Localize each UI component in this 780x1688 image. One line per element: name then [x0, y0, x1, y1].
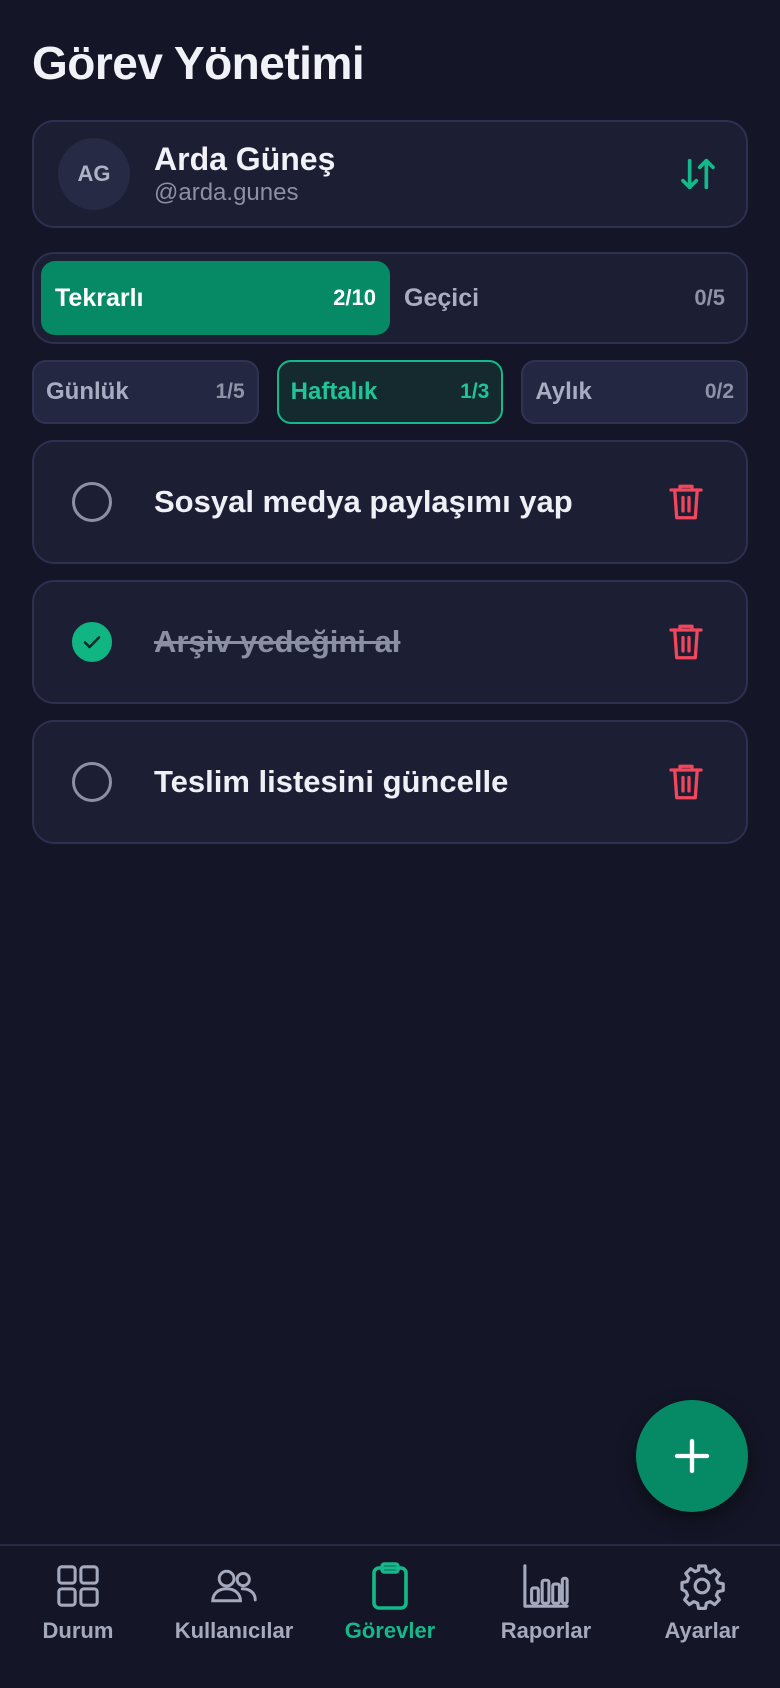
task-item: Arşiv yedeğini al	[32, 580, 748, 704]
bottom-nav: Durum Kullanıcılar Görevler Raporlar Aya…	[0, 1544, 780, 1688]
avatar: AG	[58, 138, 130, 210]
nav-label: Raporlar	[500, 1618, 592, 1643]
nav-item-gorevler[interactable]: Görevler	[312, 1546, 468, 1688]
plus-icon	[674, 1438, 710, 1474]
trash-icon	[669, 764, 703, 800]
bar-chart-icon	[523, 1564, 569, 1608]
tab-count: 1/5	[215, 380, 245, 403]
tab-label: Geçici	[404, 283, 480, 312]
trash-icon	[669, 484, 703, 520]
swap-user-button[interactable]	[674, 150, 722, 198]
period-tabs: Günlük 1/5 Haftalık 1/3 Aylık 0/2	[32, 360, 749, 424]
user-handle: @arda.gunes	[154, 179, 299, 206]
nav-label: Ayarlar	[664, 1618, 740, 1643]
grid-icon	[57, 1565, 99, 1607]
task-checkbox[interactable]	[72, 762, 112, 802]
task-label: Arşiv yedeğini al	[154, 624, 401, 659]
add-task-button[interactable]	[636, 1400, 748, 1512]
tab-weekly[interactable]: Haftalık 1/3	[276, 360, 504, 424]
tab-count: 0/2	[704, 380, 735, 403]
tab-temporary[interactable]: Geçici 0/5	[390, 261, 739, 335]
delete-task-button[interactable]	[664, 620, 708, 664]
tab-daily[interactable]: Günlük 1/5	[32, 360, 259, 424]
nav-item-ayarlar[interactable]: Ayarlar	[624, 1546, 780, 1688]
page-title: Görev Yönetimi	[32, 37, 365, 89]
nav-item-kullanicilar[interactable]: Kullanıcılar	[156, 1546, 312, 1688]
tab-count: 0/5	[694, 285, 725, 310]
delete-task-button[interactable]	[664, 480, 708, 524]
task-label: Sosyal medya paylaşımı yap	[154, 484, 573, 519]
users-icon	[211, 1569, 257, 1603]
gear-icon	[680, 1564, 725, 1610]
tab-monthly[interactable]: Aylık 0/2	[521, 360, 749, 424]
nav-label: Görevler	[344, 1618, 436, 1643]
trash-icon	[669, 624, 703, 660]
tab-recurring[interactable]: Tekrarlı 2/10	[41, 261, 390, 335]
tab-label: Tekrarlı	[55, 283, 144, 312]
nav-item-durum[interactable]: Durum	[0, 1546, 156, 1688]
user-info: Arda Güneş @arda.gunes	[154, 140, 674, 208]
clipboard-icon	[372, 1562, 408, 1610]
user-card[interactable]: AG Arda Güneş @arda.gunes	[32, 120, 748, 228]
tab-label: Haftalık	[290, 378, 378, 405]
task-item: Teslim listesini güncelle	[32, 720, 748, 844]
delete-task-button[interactable]	[664, 760, 708, 804]
tab-label: Günlük	[46, 378, 129, 405]
tab-count: 2/10	[333, 285, 376, 310]
user-name: Arda Güneş	[154, 141, 336, 177]
tab-label: Aylık	[535, 378, 592, 405]
task-list: Sosyal medya paylaşımı yap Arşiv yedeğin…	[32, 440, 748, 860]
swap-arrows-icon	[681, 158, 715, 190]
task-label: Teslim listesini güncelle	[154, 764, 509, 799]
task-checkbox[interactable]	[72, 622, 112, 662]
tab-count: 1/3	[460, 380, 490, 403]
checkmark-icon	[83, 636, 101, 649]
nav-item-raporlar[interactable]: Raporlar	[468, 1546, 624, 1688]
task-checkbox[interactable]	[72, 482, 112, 522]
nav-label: Durum	[42, 1618, 114, 1643]
task-type-tabs: Tekrarlı 2/10 Geçici 0/5	[32, 252, 748, 344]
nav-label: Kullanıcılar	[174, 1618, 294, 1643]
task-item: Sosyal medya paylaşımı yap	[32, 440, 748, 564]
